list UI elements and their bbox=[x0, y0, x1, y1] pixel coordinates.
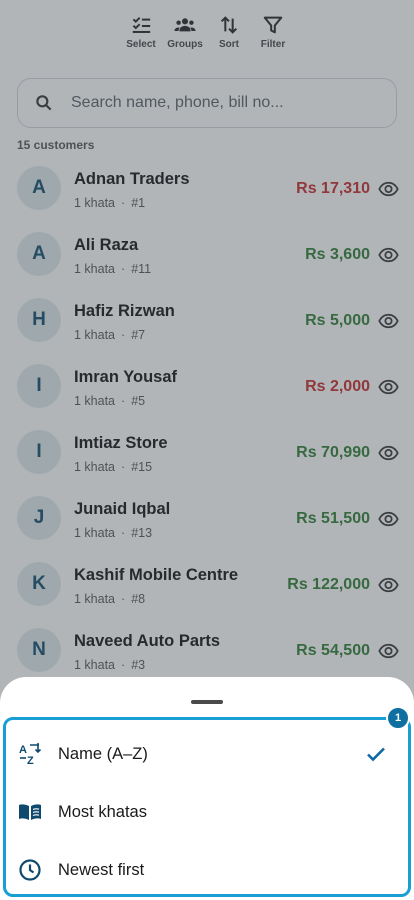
sort-option-newest[interactable]: Newest first bbox=[0, 845, 414, 895]
step-badge: 1 bbox=[386, 706, 410, 730]
sort-option-name[interactable]: A Z Name (A–Z) bbox=[0, 729, 414, 779]
svg-text:Z: Z bbox=[27, 755, 34, 766]
sort-option-khatas-label: Most khatas bbox=[58, 803, 147, 821]
sort-option-name-label: Name (A–Z) bbox=[58, 745, 148, 763]
sort-alpha-icon: A Z bbox=[19, 743, 42, 766]
sort-bottom-sheet: 1 A Z Name (A–Z) Most khatas Newest firs… bbox=[0, 677, 414, 900]
sort-option-khatas[interactable]: Most khatas bbox=[0, 787, 414, 837]
clock-icon bbox=[19, 859, 41, 881]
svg-text:A: A bbox=[19, 744, 27, 756]
sort-option-newest-label: Newest first bbox=[58, 861, 145, 879]
check-icon bbox=[367, 747, 385, 762]
book-icon bbox=[19, 804, 41, 820]
drag-handle[interactable] bbox=[191, 700, 223, 704]
